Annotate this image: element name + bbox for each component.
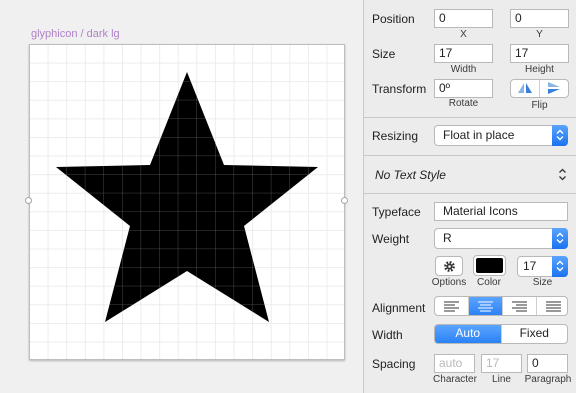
inspector-panel: Position 0 0 X Y Size 17 17 Width Height… xyxy=(363,0,576,393)
width-mode-label: Width xyxy=(372,328,403,342)
position-y-input[interactable]: 0 xyxy=(510,9,569,28)
width-auto-button[interactable]: Auto xyxy=(435,325,502,343)
artboard-label[interactable]: glyphicon / dark lg xyxy=(31,28,120,40)
width-caption: Width xyxy=(450,64,477,75)
weight-value: R xyxy=(443,231,452,245)
flip-vertical-button[interactable] xyxy=(540,80,568,97)
width-input[interactable]: 17 xyxy=(434,44,493,63)
position-x-caption: X xyxy=(460,29,467,40)
font-size-value: 17 xyxy=(523,259,537,273)
align-center-button[interactable] xyxy=(469,297,503,315)
font-size-select[interactable]: 17 xyxy=(517,256,568,277)
position-y-caption: Y xyxy=(536,29,543,40)
spacing-label: Spacing xyxy=(372,357,416,371)
height-caption: Height xyxy=(525,64,554,75)
gear-icon xyxy=(444,261,455,272)
paragraph-spacing-input[interactable]: 0 xyxy=(527,354,568,373)
color-caption: Color xyxy=(477,277,501,288)
chevron-updown-icon xyxy=(559,168,566,181)
alignment-label: Alignment xyxy=(372,301,426,315)
paragraph-caption: Paragraph xyxy=(524,374,572,385)
options-button[interactable] xyxy=(435,256,463,276)
select-arrow xyxy=(552,256,568,277)
character-caption: Character xyxy=(433,374,477,385)
flip-caption: Flip xyxy=(531,100,548,111)
align-justify-button[interactable] xyxy=(537,297,567,315)
color-swatch xyxy=(476,258,503,273)
text-style-value: No Text Style xyxy=(375,168,446,182)
artboard[interactable] xyxy=(29,44,345,360)
line-spacing-input[interactable]: 17 xyxy=(481,354,522,373)
align-right-button[interactable] xyxy=(503,297,537,315)
flip-control xyxy=(510,79,569,98)
alignment-control xyxy=(434,296,568,316)
align-left-button[interactable] xyxy=(435,297,469,315)
chevron-updown-icon xyxy=(556,232,564,244)
height-input[interactable]: 17 xyxy=(510,44,569,63)
color-well[interactable] xyxy=(473,255,506,276)
weight-select[interactable]: R xyxy=(434,228,568,249)
typeface-field[interactable]: Material Icons xyxy=(434,202,568,221)
rotate-input[interactable]: 0º xyxy=(434,79,493,98)
position-label: Position xyxy=(372,12,415,26)
select-arrow xyxy=(552,125,568,146)
weight-label: Weight xyxy=(372,232,410,246)
divider xyxy=(364,193,576,194)
resizing-value: Float in place xyxy=(443,128,515,142)
rotate-caption: Rotate xyxy=(448,98,479,109)
align-center-icon xyxy=(478,301,493,312)
chevron-updown-icon xyxy=(556,260,564,272)
line-caption: Line xyxy=(492,374,511,385)
resize-handle-left[interactable] xyxy=(25,197,32,204)
star-glyph[interactable] xyxy=(30,45,346,361)
text-style-picker[interactable]: No Text Style xyxy=(364,156,576,193)
divider xyxy=(364,117,576,118)
size-label: Size xyxy=(372,47,396,61)
resize-handle-right[interactable] xyxy=(341,197,348,204)
align-left-icon xyxy=(444,301,459,312)
flip-horizontal-button[interactable] xyxy=(511,80,540,97)
resizing-label: Resizing xyxy=(372,129,419,143)
position-x-input[interactable]: 0 xyxy=(434,9,493,28)
align-right-icon xyxy=(512,301,527,312)
canvas[interactable]: glyphicon / dark lg xyxy=(0,0,363,393)
flip-vertical-icon xyxy=(548,82,560,94)
transform-label: Transform xyxy=(372,82,427,96)
character-spacing-input[interactable]: auto xyxy=(434,354,475,373)
chevron-updown-icon xyxy=(556,129,564,141)
select-arrow xyxy=(552,228,568,249)
options-caption: Options xyxy=(431,277,467,288)
align-justify-icon xyxy=(546,301,561,312)
font-size-caption: Size xyxy=(532,277,553,288)
flip-horizontal-icon xyxy=(518,83,532,93)
width-fixed-button[interactable]: Fixed xyxy=(502,325,568,343)
width-mode-control: Auto Fixed xyxy=(434,324,568,344)
resizing-select[interactable]: Float in place xyxy=(434,125,568,146)
typeface-label: Typeface xyxy=(372,205,421,219)
